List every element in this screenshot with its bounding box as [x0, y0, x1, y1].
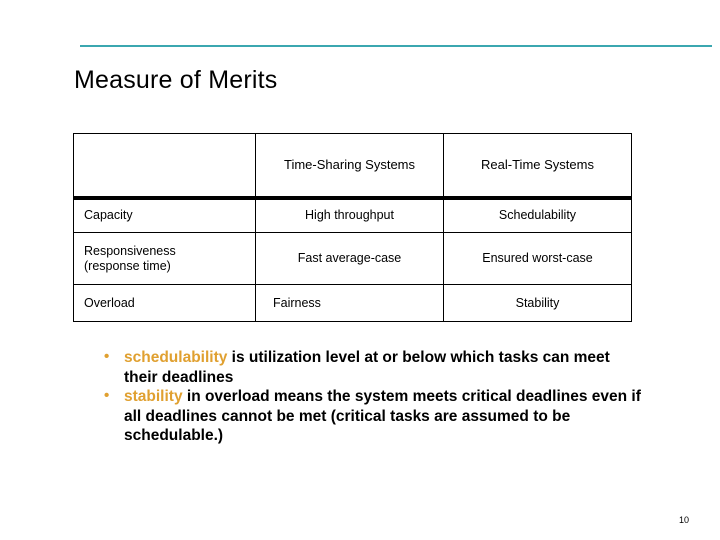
criterion-responsiveness-line2: (response time) — [84, 258, 171, 273]
measure-of-merits-table: Time-Sharing Systems Real-Time Systems C… — [73, 133, 632, 322]
table-row: Capacity High throughput Schedulability — [73, 197, 632, 233]
list-item: • stability in overload means the system… — [104, 387, 644, 446]
table-header: Time-Sharing Systems Real-Time Systems — [73, 133, 632, 200]
table-header-cell-time-sharing: Time-Sharing Systems — [255, 133, 444, 200]
table-cell-real-time-responsiveness: Ensured worst-case — [443, 232, 632, 285]
bullet-keyword-stability: stability — [124, 388, 183, 406]
table-body: Capacity High throughput Schedulability … — [73, 197, 632, 322]
table-header-cell-blank — [73, 133, 256, 200]
table-cell-criterion-capacity: Capacity — [73, 197, 256, 233]
criterion-responsiveness-line1: Responsiveness — [84, 243, 176, 258]
table-cell-time-sharing-responsiveness: Fast average-case — [255, 232, 444, 285]
bullet-dot-icon: • — [104, 348, 110, 365]
page-title: Measure of Merits — [74, 66, 278, 94]
table-row: Overload Fairness Stability — [73, 284, 632, 322]
bullet-dot-icon: • — [104, 387, 110, 405]
table-cell-real-time-capacity: Schedulability — [443, 197, 632, 233]
header-accent-rule — [80, 45, 712, 47]
bullet-text: schedulability is utilization level at o… — [124, 348, 644, 387]
bullet-list: • schedulability is utilization level at… — [104, 348, 644, 446]
table-cell-real-time-overload: Stability — [443, 284, 632, 322]
table-cell-time-sharing-capacity: High throughput — [255, 197, 444, 233]
bullet-keyword-schedulability: schedulability — [124, 349, 228, 366]
table-row: Responsiveness (response time) Fast aver… — [73, 232, 632, 285]
table-cell-time-sharing-overload: Fairness — [255, 284, 444, 322]
table-cell-criterion-responsiveness: Responsiveness (response time) — [73, 232, 256, 285]
list-item: • schedulability is utilization level at… — [104, 348, 644, 387]
bullet-text: stability in overload means the system m… — [124, 387, 644, 446]
table-cell-criterion-overload: Overload — [73, 284, 256, 322]
table-header-row: Time-Sharing Systems Real-Time Systems — [73, 133, 632, 200]
bullet-body-stability: in overload means the system meets criti… — [124, 388, 641, 445]
table-header-cell-real-time: Real-Time Systems — [443, 133, 632, 200]
page-number: 10 — [679, 515, 690, 525]
